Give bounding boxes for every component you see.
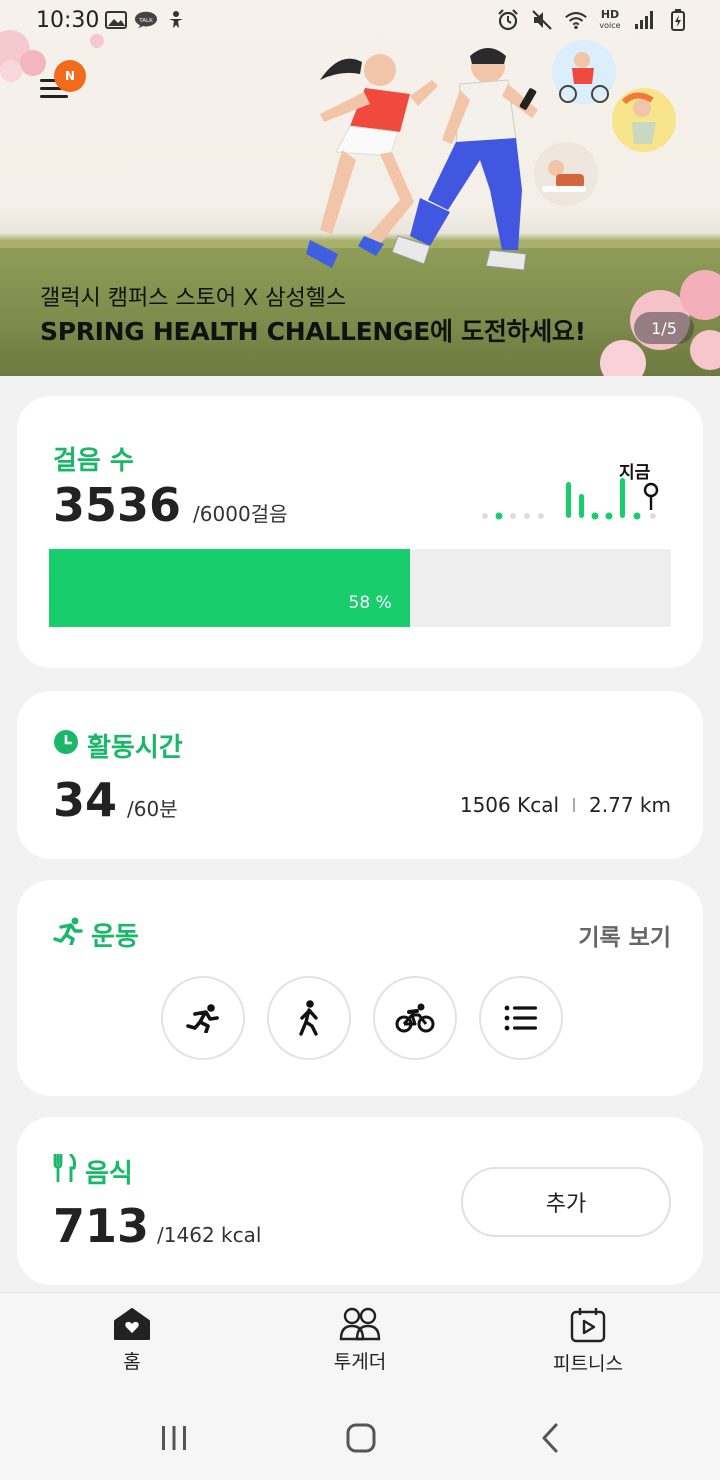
home-system-button[interactable] [341, 1420, 381, 1456]
list-icon [504, 1005, 537, 1031]
nav-fitness-label: 피트니스 [553, 1353, 623, 1375]
cycling-icon [395, 1003, 435, 1033]
running-button[interactable] [161, 976, 245, 1060]
nav-fitness[interactable]: 피트니스 [508, 1307, 668, 1376]
voice-text: voice [599, 20, 621, 30]
steps-card[interactable]: 걸음 수 3536 /6000걸음 지금 58 % [17, 396, 703, 668]
image-icon [104, 8, 128, 32]
walking-icon [299, 1000, 318, 1036]
stats-divider [573, 798, 576, 812]
together-icon [339, 1307, 381, 1341]
hamburger-icon [40, 95, 68, 98]
status-bar: 10:30 TALK HD voice [0, 0, 720, 44]
nav-together-label: 투게더 [333, 1351, 387, 1373]
banner-title: SPRING HEALTH CHALLENGE에 도전하세요! [40, 317, 586, 346]
steps-value-row: 3536 /6000걸음 [53, 478, 287, 532]
steps-title: 걸음 수 [53, 446, 134, 476]
hd-text: HD [600, 7, 620, 21]
recent-apps-button[interactable] [154, 1420, 194, 1456]
signal-icon [632, 8, 656, 32]
more-exercise-button[interactable] [479, 976, 563, 1060]
add-food-button[interactable]: 추가 [461, 1167, 671, 1237]
food-title: 음식 [85, 1159, 133, 1189]
steps-progress-bar: 58 % [49, 549, 671, 627]
nav-home-label: 홈 [123, 1351, 141, 1373]
steps-progress-fill: 58 % [49, 549, 410, 627]
banner-page-indicator[interactable]: 1/5 [634, 312, 694, 344]
steps-count: 3536 [53, 478, 182, 532]
steps-progress-label: 58 % [348, 593, 392, 613]
alarm-icon [496, 8, 520, 32]
walking-button[interactable] [267, 976, 351, 1060]
system-navigation-bar [0, 1392, 720, 1480]
nav-together[interactable]: 투게더 [280, 1307, 440, 1374]
food-calories: 713 [53, 1199, 150, 1253]
blossom-decoration [20, 50, 46, 76]
home-square-icon [346, 1423, 376, 1453]
banner-subtitle: 갤럭시 캠퍼스 스토어 X 삼성헬스 [40, 286, 347, 311]
clock-icon [53, 729, 79, 762]
active-time-value-row: 34 /60분 [53, 773, 178, 827]
calories-burned: 1506 Kcal [459, 793, 560, 817]
cycling-button[interactable] [373, 976, 457, 1060]
back-icon [542, 1423, 558, 1453]
notification-badge: N [54, 60, 86, 92]
hd-voice-icon: HD voice [598, 8, 622, 32]
utensils-icon [53, 1153, 77, 1189]
svg-text:TALK: TALK [138, 18, 153, 24]
recent-apps-icon [162, 1426, 186, 1450]
status-icons-right: HD voice [496, 8, 690, 32]
exercise-title: 운동 [91, 922, 139, 952]
food-value-row: 713 /1462 kcal [53, 1199, 261, 1253]
wifi-icon [564, 8, 588, 32]
bottom-navigation: 홈 투게더 피트니스 [0, 1292, 720, 1392]
steps-goal: /6000걸음 [193, 502, 288, 526]
status-time: 10:30 [36, 8, 100, 33]
running-icon [186, 1004, 219, 1033]
promo-banner[interactable]: 10:30 TALK HD voice N 갤럭시 캠퍼스 스토어 X 삼성헬스… [0, 0, 720, 376]
distance: 2.77 km [589, 793, 671, 817]
back-button[interactable] [530, 1420, 570, 1456]
exercise-buttons [161, 976, 563, 1060]
food-title-row: 음식 [53, 1153, 133, 1190]
exercise-card[interactable]: 운동 기록 보기 [17, 880, 703, 1096]
nav-home[interactable]: 홈 [52, 1307, 212, 1374]
active-time-title: 활동시간 [87, 733, 183, 763]
active-time-title-row: 활동시간 [53, 727, 183, 764]
exercise-history-link[interactable]: 기록 보기 [578, 918, 671, 952]
active-time-goal: /60분 [127, 797, 178, 821]
fitness-icon [570, 1308, 606, 1343]
talk-icon: TALK [134, 8, 158, 32]
status-icons-left: TALK [104, 8, 188, 32]
active-time-minutes: 34 [53, 773, 118, 827]
food-card[interactable]: 음식 713 /1462 kcal 추가 [17, 1117, 703, 1285]
exercise-title-row: 운동 [53, 916, 139, 953]
home-icon [114, 1308, 150, 1340]
mute-icon [530, 8, 554, 32]
blossom-decoration [0, 60, 22, 82]
battery-icon [666, 8, 690, 32]
active-time-card[interactable]: 활동시간 34 /60분 1506 Kcal 2.77 km [17, 691, 703, 859]
active-stats: 1506 Kcal 2.77 km [460, 793, 671, 817]
runners-illustration [306, 40, 676, 271]
accessibility-icon [164, 8, 188, 32]
food-goal: /1462 kcal [157, 1223, 262, 1247]
running-icon [53, 917, 83, 952]
steps-mini-chart [482, 478, 659, 520]
